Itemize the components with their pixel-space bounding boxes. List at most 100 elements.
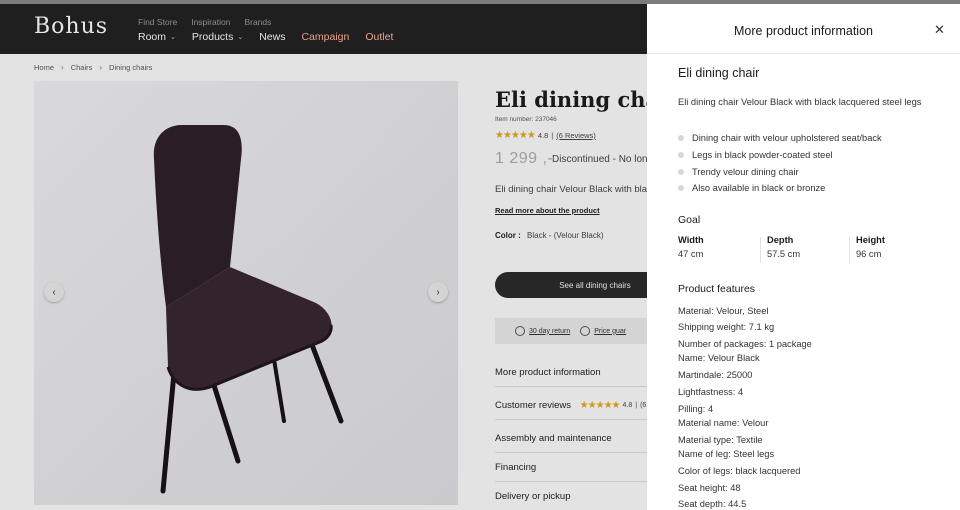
dimension-depth: Depth 57.5 cm — [767, 235, 800, 265]
divider — [495, 452, 660, 453]
site-logo[interactable]: Bohus — [34, 14, 108, 39]
divider — [495, 419, 660, 420]
product-bullets: Dining chair with velour upholstered sea… — [678, 130, 882, 197]
nav-item-news-label: News — [259, 31, 286, 43]
divider — [495, 386, 660, 387]
close-icon[interactable]: ✕ — [934, 23, 945, 36]
panel-product-name: Eli dining chair — [678, 66, 760, 80]
bullet-item: Also available in black or bronze — [678, 180, 882, 197]
chevron-right-icon: › — [61, 63, 64, 72]
gallery-next-button[interactable]: › — [428, 282, 448, 302]
bullet-item: Trendy velour dining chair — [678, 164, 882, 181]
accordion-more-info[interactable]: More product information — [495, 367, 660, 378]
feature-item: Number of packages: 1 package — [678, 339, 812, 349]
feature-item: Martindale: 25000 — [678, 370, 753, 380]
util-link-inspiration[interactable]: Inspiration — [191, 17, 230, 27]
dimension-width: Width 47 cm — [678, 235, 704, 265]
divider — [760, 237, 761, 263]
accordion-reviews-label: Customer reviews — [495, 400, 572, 411]
accordion-reviews-link[interactable]: (6 — [640, 402, 646, 409]
usp-bar: 30 day return Price guar — [495, 318, 665, 344]
feature-item: Material type: Textile — [678, 435, 763, 445]
accordion-customer-reviews[interactable]: Customer reviews ★★★★★ 4.8 | (6 — [495, 400, 660, 411]
star-icon: ★★★★★ — [495, 130, 536, 141]
short-description: Eli dining chair Velour Black with black — [495, 184, 657, 195]
usp-price-guarantee[interactable]: Price guar — [580, 326, 626, 336]
accordion-delivery[interactable]: Delivery or pickup — [495, 491, 660, 502]
feature-item: Pilling: 4 — [678, 404, 714, 414]
more-info-panel: More product information ✕ Eli dining ch… — [647, 4, 960, 510]
feature-item: Seat depth: 44.5 — [678, 499, 747, 509]
product-image-gallery[interactable]: ‹ › — [34, 81, 458, 505]
usp-return-label: 30 day return — [529, 327, 571, 335]
dimension-value: 47 cm — [678, 249, 704, 259]
util-link-brands[interactable]: Brands — [244, 17, 271, 27]
rating-divider: | — [635, 402, 638, 409]
dimension-height: Height 96 cm — [856, 235, 885, 265]
read-more-link[interactable]: Read more about the product — [495, 206, 600, 215]
chair-image — [153, 125, 344, 494]
chevron-down-icon: ⌄ — [237, 34, 244, 41]
reviews-link[interactable]: (6 Reviews) — [556, 131, 596, 140]
color-label: Color : — [495, 231, 521, 240]
return-icon — [515, 326, 525, 336]
main-nav: Room ⌄ Products ⌄ News Campaign Outlet — [138, 31, 393, 43]
dimension-label: Width — [678, 235, 704, 245]
price-guarantee-icon — [580, 326, 591, 336]
breadcrumb-chairs[interactable]: Chairs — [71, 63, 93, 72]
feature-item: Name of leg: Steel legs — [678, 449, 775, 459]
dimension-value: 96 cm — [856, 249, 882, 259]
feature-item: Name: Velour Black — [678, 353, 760, 363]
chevron-left-icon: ‹ — [52, 286, 56, 298]
feature-item: Material name: Velour — [678, 418, 769, 428]
accordion-rating-value: 4.8 — [622, 402, 633, 409]
accordion-financing[interactable]: Financing — [495, 462, 660, 473]
chevron-right-icon: › — [99, 63, 103, 72]
dimension-label: Height — [856, 235, 885, 245]
nav-item-products-label: Products — [191, 31, 234, 43]
nav-item-news[interactable]: News — [259, 31, 285, 43]
discontinued-notice: Discontinued - No longe — [552, 154, 659, 165]
breadcrumb-home[interactable]: Home — [34, 63, 54, 72]
item-number: Item number: 237046 — [495, 116, 557, 123]
bullet-item: Legs in black powder-coated steel — [678, 147, 882, 164]
star-icon: ★★★★★ — [579, 400, 621, 411]
gallery-prev-button[interactable]: ‹ — [44, 282, 64, 302]
rating-divider: | — [551, 131, 554, 140]
chevron-right-icon: › — [436, 286, 440, 298]
utility-nav: Find Store Inspiration Brands — [138, 17, 271, 27]
divider — [495, 481, 660, 482]
accordion-assembly[interactable]: Assembly and maintenance — [495, 433, 660, 444]
panel-title: More product information — [734, 24, 873, 38]
color-selection: Color : Black - (Velour Black) — [495, 231, 603, 240]
usp-price-label: Price guar — [594, 327, 627, 335]
product-rating: ★★★★★ 4.8 | (6 Reviews) — [495, 130, 596, 141]
panel-product-subtitle: Eli dining chair Velour Black with black… — [678, 97, 922, 107]
util-link-find-store[interactable]: Find Store — [138, 17, 177, 27]
usp-return[interactable]: 30 day return — [515, 326, 570, 336]
nav-item-outlet[interactable]: Outlet — [365, 31, 393, 43]
feature-item: Seat height: 48 — [678, 483, 741, 493]
product-price: 1 299 ,- — [495, 150, 554, 167]
nav-item-room-label: Room — [138, 31, 167, 43]
breadcrumb: Home › Chairs › Dining chairs — [34, 63, 152, 72]
features-heading: Product features — [678, 283, 756, 295]
nav-item-products[interactable]: Products ⌄ — [192, 31, 243, 43]
dimension-label: Depth — [767, 235, 794, 245]
color-value: Black - (Velour Black) — [527, 231, 604, 240]
accordion-rating: ★★★★★ 4.8 | (6 — [580, 400, 647, 411]
rating-value: 4.8 — [537, 131, 549, 140]
dimension-value: 57.5 cm — [767, 249, 801, 259]
feature-item: Color of legs: black lacquered — [678, 466, 801, 476]
nav-item-campaign-label: Campaign — [301, 31, 350, 43]
feature-item: Material: Velour, Steel — [678, 306, 769, 316]
breadcrumb-dining-chairs[interactable]: Dining chairs — [109, 63, 152, 72]
chevron-down-icon: ⌄ — [170, 34, 176, 41]
nav-item-campaign[interactable]: Campaign — [301, 31, 349, 43]
nav-item-room[interactable]: Room ⌄ — [138, 31, 176, 43]
divider — [849, 237, 850, 263]
feature-item: Shipping weight: 7.1 kg — [678, 322, 775, 332]
bullet-item: Dining chair with velour upholstered sea… — [678, 130, 882, 147]
nav-item-outlet-label: Outlet — [365, 31, 394, 43]
dimensions: Width 47 cm Depth 57.5 cm Height 96 cm — [678, 235, 938, 267]
